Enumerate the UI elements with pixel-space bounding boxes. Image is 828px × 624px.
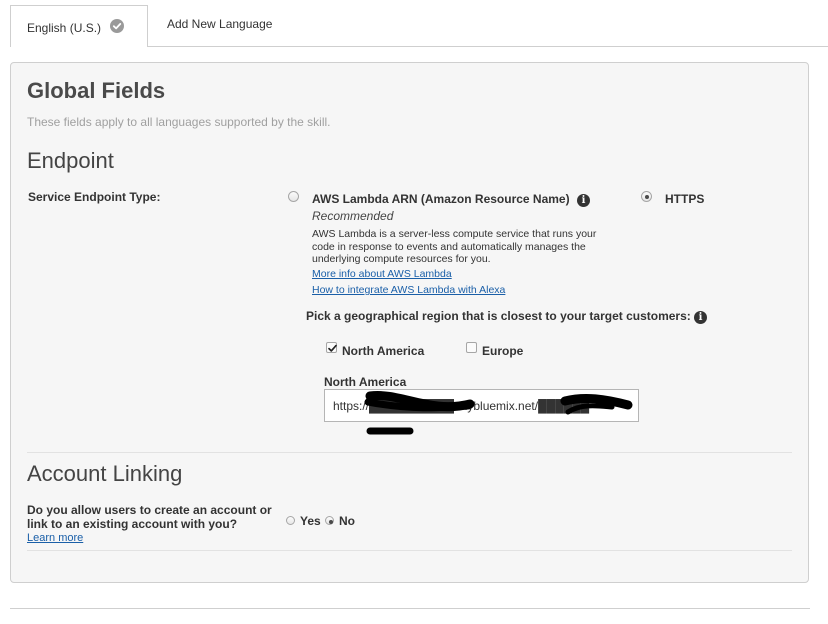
redaction-scribble <box>364 391 633 435</box>
lambda-option-label[interactable]: AWS Lambda ARN (Amazon Resource Name) <box>312 192 570 206</box>
section-divider <box>27 550 792 551</box>
account-linking-yes-radio[interactable] <box>286 516 295 525</box>
endpoint-heading: Endpoint <box>27 148 114 173</box>
section-divider <box>27 452 792 453</box>
tab-add-new-language[interactable]: Add New Language <box>167 17 272 31</box>
north-america-endpoint-label: North America <box>324 375 407 389</box>
page-subtitle: These fields apply to all languages supp… <box>27 115 331 129</box>
north-america-checkbox-label[interactable]: North America <box>342 344 424 358</box>
account-linking-yes-label[interactable]: Yes <box>300 514 321 528</box>
tab-english-us-label: English (U.S.) <box>27 21 102 35</box>
account-linking-no-radio[interactable] <box>325 516 334 525</box>
more-info-lambda-link[interactable]: More info about AWS Lambda <box>312 268 452 280</box>
tabs-divider <box>148 46 828 47</box>
recommended-label: Recommended <box>312 209 394 223</box>
info-icon[interactable]: i <box>694 311 707 324</box>
lambda-radio[interactable] <box>288 191 299 202</box>
https-radio[interactable] <box>641 191 652 202</box>
service-endpoint-type-label: Service Endpoint Type: <box>28 190 161 204</box>
https-option-label[interactable]: HTTPS <box>665 192 704 206</box>
page-title: Global Fields <box>27 78 166 103</box>
account-linking-heading: Account Linking <box>27 461 183 486</box>
footer-divider <box>10 608 810 609</box>
north-america-checkbox[interactable] <box>326 342 337 353</box>
account-linking-no-label[interactable]: No <box>339 514 355 528</box>
europe-checkbox-label[interactable]: Europe <box>482 344 523 358</box>
learn-more-link[interactable]: Learn more <box>27 532 83 544</box>
account-linking-question: Do you allow users to create an account … <box>27 503 272 531</box>
europe-checkbox[interactable] <box>466 342 477 353</box>
region-prompt: Pick a geographical region that is close… <box>306 309 691 323</box>
integrate-lambda-link[interactable]: How to integrate AWS Lambda with Alexa <box>312 284 505 296</box>
check-circle-icon <box>110 19 124 33</box>
info-icon[interactable]: i <box>577 194 590 207</box>
tab-english-us[interactable]: English (U.S.) <box>10 5 148 47</box>
lambda-description: AWS Lambda is a server-less compute serv… <box>312 228 597 265</box>
